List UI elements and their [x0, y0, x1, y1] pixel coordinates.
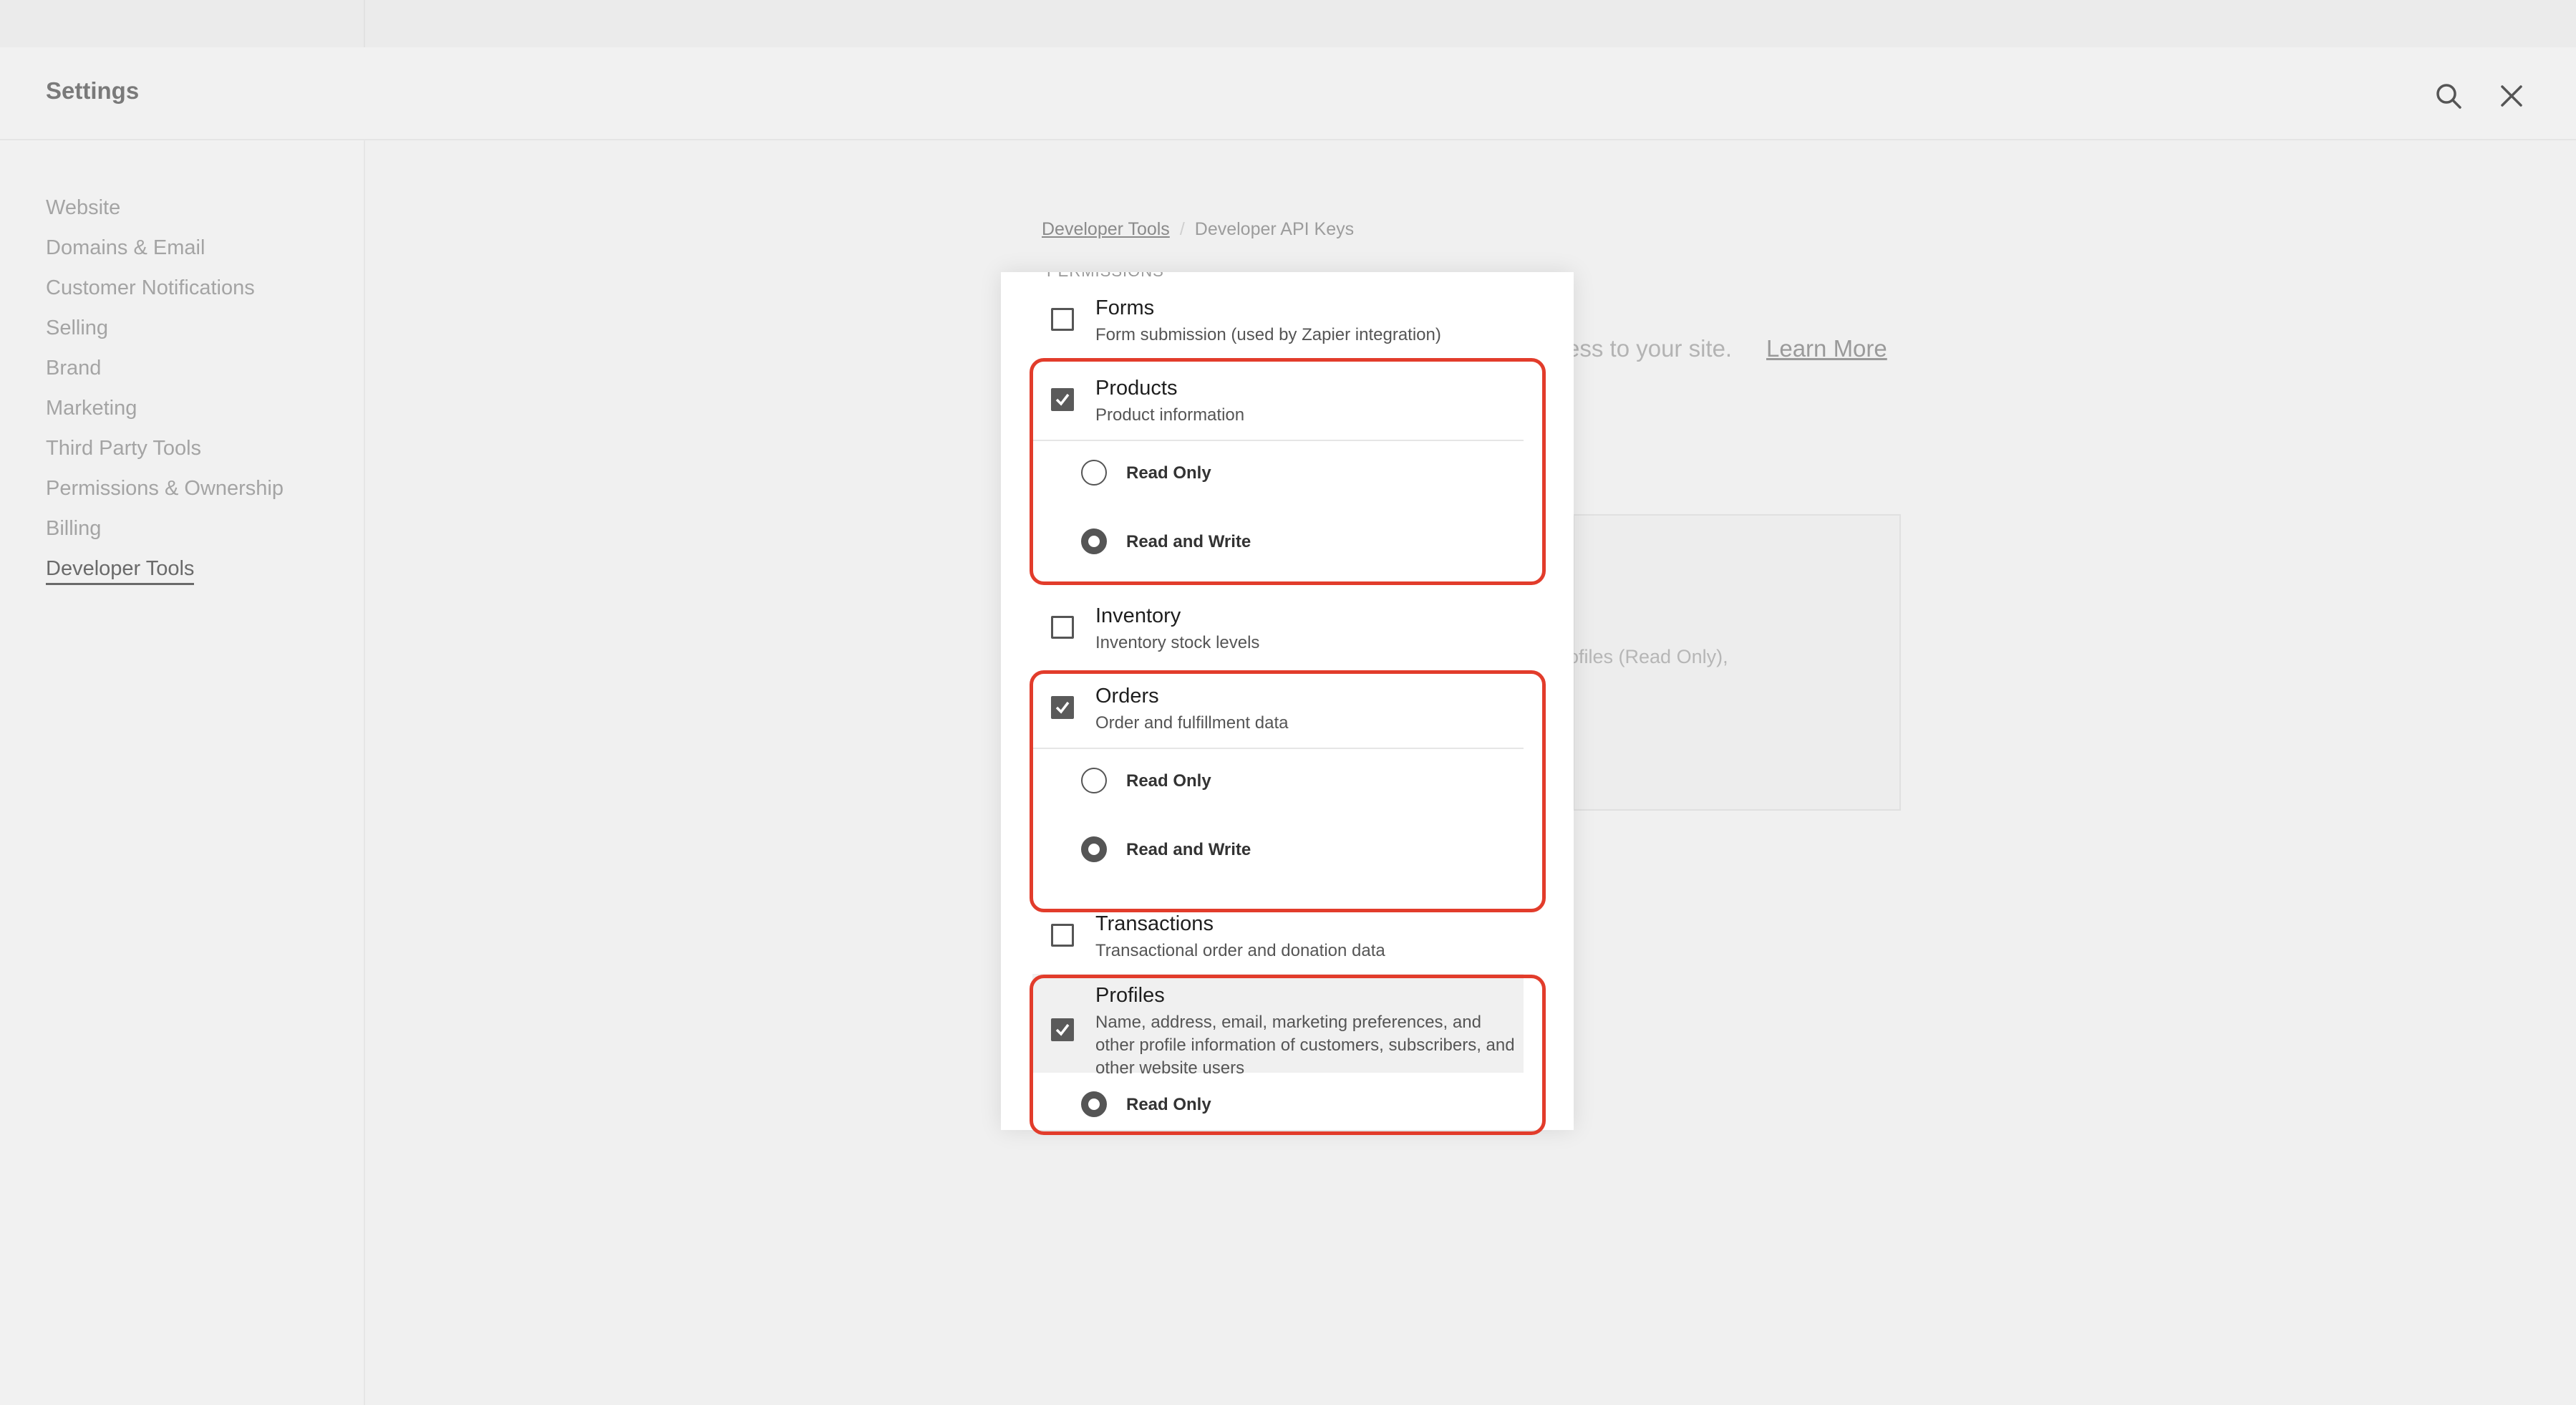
top-bar-divider: [364, 0, 365, 47]
checkbox-forms[interactable]: [1051, 308, 1074, 331]
sidebar-item-marketing[interactable]: Marketing: [46, 397, 137, 420]
highlight-box-products: [1030, 358, 1546, 585]
breadcrumb-link-developer-tools[interactable]: Developer Tools: [1042, 219, 1170, 239]
background-card-text: ofiles (Read Only),: [1568, 646, 1728, 667]
sidebar-item-permissions-ownership[interactable]: Permissions & Ownership: [46, 477, 284, 501]
sidebar-item-billing[interactable]: Billing: [46, 517, 101, 541]
permission-desc-inventory: Inventory stock levels: [1095, 633, 1260, 652]
permission-title-transactions: Transactions: [1095, 912, 1214, 935]
top-bar: [0, 0, 2576, 47]
permission-desc-forms: Form submission (used by Zapier integrat…: [1095, 325, 1441, 344]
breadcrumb: Developer Tools / Developer API Keys: [1042, 219, 1354, 240]
sidebar-item-customer-notifications[interactable]: Customer Notifications: [46, 276, 255, 300]
close-icon[interactable]: [2490, 74, 2533, 117]
breadcrumb-current: Developer API Keys: [1194, 219, 1355, 239]
sidebar-item-domains-email[interactable]: Domains & Email: [46, 236, 205, 260]
sidebar-item-selling[interactable]: Selling: [46, 317, 108, 340]
permission-desc-transactions: Transactional order and donation data: [1095, 941, 1385, 960]
highlight-box-profiles: [1030, 975, 1546, 1135]
checkbox-inventory[interactable]: [1051, 616, 1074, 639]
sidebar-item-brand[interactable]: Brand: [46, 357, 101, 380]
sidebar-item-third-party-tools[interactable]: Third Party Tools: [46, 437, 201, 460]
highlight-box-orders: [1030, 670, 1546, 912]
sidebar-item-website[interactable]: Website: [46, 196, 120, 220]
permission-title-inventory: Inventory: [1095, 604, 1181, 627]
permission-title-forms: Forms: [1095, 296, 1155, 319]
sidebar-item-developer-tools[interactable]: Developer Tools: [46, 557, 195, 585]
breadcrumb-separator: /: [1179, 219, 1185, 239]
search-icon[interactable]: [2427, 74, 2470, 117]
learn-more-link[interactable]: Learn More: [1766, 335, 1887, 362]
checkbox-transactions[interactable]: [1051, 924, 1074, 947]
permissions-section-label: PERMISSIONS: [1047, 272, 1164, 281]
settings-header: Settings: [0, 47, 2576, 140]
page-title: Settings: [46, 77, 140, 104]
